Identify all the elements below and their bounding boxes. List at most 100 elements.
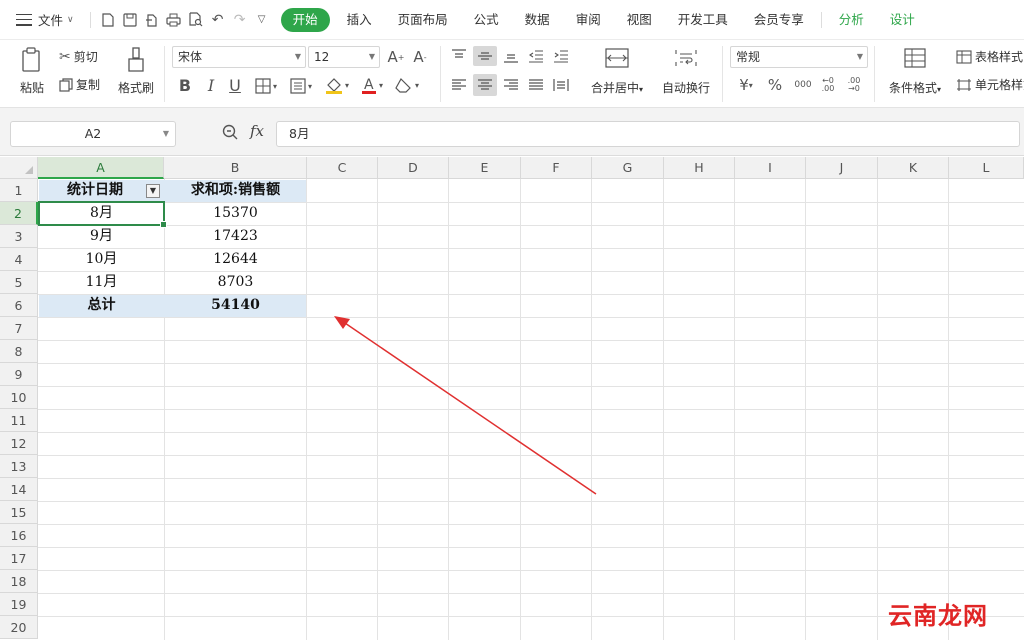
bold-icon[interactable]: B — [176, 74, 194, 96]
row-header-17[interactable]: 17 — [0, 547, 38, 570]
pivot-total-label[interactable]: 总计 — [39, 294, 164, 317]
pivot-row-value[interactable]: 12644 — [165, 248, 306, 271]
column-header-f[interactable]: F — [521, 157, 592, 179]
export-pdf-icon[interactable] — [141, 9, 163, 31]
row-header-12[interactable]: 12 — [0, 432, 38, 455]
row-header-11[interactable]: 11 — [0, 409, 38, 432]
save-icon[interactable] — [119, 9, 141, 31]
tab-design[interactable]: 设计 — [877, 8, 928, 32]
pivot-header-sum[interactable]: 求和项:销售额 — [165, 179, 306, 202]
column-header-c[interactable]: C — [307, 157, 378, 179]
column-header-a[interactable]: A — [38, 157, 164, 179]
decrease-decimal-icon[interactable]: .00 →0 — [844, 74, 864, 96]
tab-view[interactable]: 视图 — [614, 8, 665, 32]
align-left-icon[interactable] — [448, 74, 470, 96]
percent-icon[interactable]: % — [766, 74, 784, 96]
row-header-10[interactable]: 10 — [0, 386, 38, 409]
column-header-k[interactable]: K — [878, 157, 949, 179]
print-preview-icon[interactable] — [185, 9, 207, 31]
menu-icon[interactable] — [16, 13, 32, 26]
align-middle-icon[interactable] — [473, 46, 497, 66]
align-right-icon[interactable] — [500, 74, 522, 96]
new-file-icon[interactable] — [97, 9, 119, 31]
filter-dropdown-icon[interactable]: ▼ — [146, 184, 160, 198]
underline-icon[interactable]: U — [226, 74, 244, 96]
row-header-8[interactable]: 8 — [0, 340, 38, 363]
column-header-b[interactable]: B — [164, 157, 307, 179]
pivot-row-label[interactable]: 9月 — [39, 225, 164, 248]
increase-decimal-icon[interactable]: ←0.00 — [818, 74, 838, 96]
chevron-down-icon[interactable]: ∨ — [67, 15, 74, 25]
pivot-row-label[interactable]: 11月 — [39, 271, 164, 294]
decrease-font-icon[interactable]: A- — [410, 46, 430, 68]
row-header-16[interactable]: 16 — [0, 524, 38, 547]
row-header-1[interactable]: 1 — [0, 179, 38, 202]
distribute-icon[interactable] — [550, 74, 572, 96]
thousands-separator-icon[interactable]: 000 — [792, 74, 814, 96]
row-header-19[interactable]: 19 — [0, 593, 38, 616]
customize-toolbar-icon[interactable]: ▽ — [251, 9, 273, 31]
format-painter-button[interactable]: 格式刷 — [114, 46, 158, 96]
cut-button[interactable]: ✂ 剪切 — [59, 48, 98, 65]
pivot-row-label[interactable]: 10月 — [39, 248, 164, 271]
row-header-14[interactable]: 14 — [0, 478, 38, 501]
pivot-row-value[interactable]: 15370 — [165, 202, 306, 225]
font-size-select[interactable]: 12 ▼ — [308, 46, 380, 68]
cell-border-style-icon[interactable]: ▾ — [286, 75, 316, 97]
spreadsheet-grid[interactable]: A B C D E F G H I J K L 1 2 3 4 5 6 7 8 … — [0, 157, 1024, 640]
conditional-format-button[interactable]: 条件格式▾ — [882, 46, 948, 96]
row-header-9[interactable]: 9 — [0, 363, 38, 386]
pivot-header-date[interactable]: 统计日期 — [39, 179, 151, 202]
font-name-select[interactable]: 宋体 ▼ — [172, 46, 306, 68]
justify-icon[interactable] — [525, 74, 547, 96]
formula-input[interactable]: 8月 — [276, 121, 1020, 147]
tab-page-layout[interactable]: 页面布局 — [385, 8, 461, 32]
italic-icon[interactable]: I — [202, 74, 220, 96]
wrap-text-button[interactable]: 自动换行 — [658, 46, 714, 96]
tab-formulas[interactable]: 公式 — [461, 8, 512, 32]
cell-style-button[interactable]: 单元格样式 — [956, 76, 1024, 93]
column-header-d[interactable]: D — [378, 157, 449, 179]
redo-icon[interactable]: ↷ — [229, 9, 251, 31]
row-header-4[interactable]: 4 — [0, 248, 38, 271]
tab-member[interactable]: 会员专享 — [741, 8, 817, 32]
function-icon[interactable]: fx — [250, 122, 264, 140]
row-header-6[interactable]: 6 — [0, 294, 38, 317]
row-header-18[interactable]: 18 — [0, 570, 38, 593]
decrease-indent-icon[interactable] — [525, 46, 547, 66]
tab-home[interactable]: 开始 — [280, 7, 330, 32]
column-header-g[interactable]: G — [592, 157, 664, 179]
align-bottom-icon[interactable] — [500, 46, 522, 66]
align-top-icon[interactable] — [448, 46, 470, 66]
row-header-2[interactable]: 2 — [0, 202, 38, 225]
clear-format-icon[interactable]: ▾ — [392, 74, 422, 96]
pivot-total-value[interactable]: 54140 — [165, 294, 306, 317]
currency-icon[interactable]: ¥ ▾ — [732, 74, 760, 96]
tab-developer[interactable]: 开发工具 — [665, 8, 741, 32]
column-header-h[interactable]: H — [664, 157, 735, 179]
row-header-15[interactable]: 15 — [0, 501, 38, 524]
row-header-20[interactable]: 20 — [0, 616, 38, 639]
zoom-icon[interactable] — [222, 124, 238, 144]
column-header-i[interactable]: I — [735, 157, 806, 179]
copy-button[interactable]: 复制 — [59, 76, 100, 93]
pivot-row-value[interactable]: 17423 — [165, 225, 306, 248]
pivot-row-value[interactable]: 8703 — [165, 271, 306, 294]
fill-color-icon[interactable]: ▾ — [322, 74, 352, 96]
tab-insert[interactable]: 插入 — [334, 8, 385, 32]
increase-indent-icon[interactable] — [550, 46, 572, 66]
align-center-icon[interactable] — [473, 74, 497, 96]
row-header-7[interactable]: 7 — [0, 317, 38, 340]
row-header-13[interactable]: 13 — [0, 455, 38, 478]
name-box[interactable]: A2 ▼ — [10, 121, 176, 147]
paste-button[interactable]: 粘贴 — [12, 46, 52, 96]
font-color-icon[interactable]: A ▾ — [358, 74, 386, 96]
column-header-j[interactable]: J — [806, 157, 878, 179]
undo-icon[interactable]: ↶ — [207, 9, 229, 31]
border-icon[interactable]: ▾ — [251, 75, 281, 97]
column-header-e[interactable]: E — [449, 157, 521, 179]
column-header-l[interactable]: L — [949, 157, 1024, 179]
file-menu[interactable]: 文件 — [38, 10, 63, 29]
tab-review[interactable]: 审阅 — [563, 8, 614, 32]
select-all-corner[interactable] — [0, 157, 38, 179]
